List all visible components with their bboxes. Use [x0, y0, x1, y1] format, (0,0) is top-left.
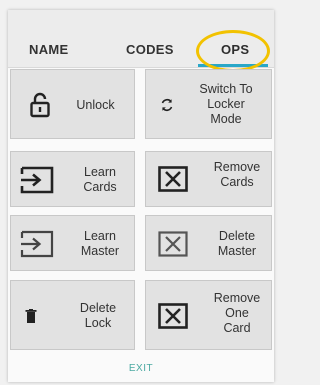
switch-to-locker-mode-button[interactable]: Switch To Locker Mode: [145, 69, 272, 139]
switch-locker-label-line1: Switch To: [199, 82, 253, 96]
remove-box-icon: [158, 231, 188, 257]
unlock-label: Unlock: [76, 98, 115, 112]
switch-locker-label: Switch To Locker Mode: [186, 82, 266, 127]
delete-lock-button[interactable]: Delete Lock: [10, 280, 135, 350]
learn-master-label-line2: Master: [80, 244, 120, 258]
remove-one-card-label-line2: One: [225, 306, 249, 320]
remove-one-card-button[interactable]: Remove One Card: [145, 280, 272, 350]
learn-master-label-line1: Learn: [84, 229, 116, 243]
exit-button[interactable]: EXIT: [8, 363, 274, 374]
delete-master-label: Delete Master: [202, 229, 272, 259]
sync-icon: [161, 99, 173, 111]
learn-master-button[interactable]: Learn Master: [10, 215, 135, 271]
remove-one-card-label-line1: Remove: [213, 291, 261, 305]
delete-lock-label-line1: Delete: [79, 301, 117, 315]
remove-one-card-label: Remove One Card: [202, 291, 272, 336]
remove-one-card-label-line3: Card: [223, 321, 251, 335]
remove-cards-label: Remove Cards: [202, 160, 272, 190]
learn-cards-label: Learn Cards: [71, 165, 129, 195]
tab-name[interactable]: NAME: [29, 42, 68, 57]
login-arrow-icon: [20, 166, 54, 194]
switch-locker-label-line3: Mode: [210, 112, 242, 126]
delete-master-label-line1: Delete: [218, 229, 256, 243]
ops-dialog: NAME CODES OPS Unlock Switch To Locker M…: [8, 10, 274, 382]
learn-master-label: Learn Master: [71, 229, 129, 259]
remove-cards-label-line2: Cards: [220, 175, 254, 189]
unlock-button[interactable]: Unlock: [10, 69, 135, 139]
remove-box-icon: [158, 166, 188, 192]
remove-box-icon: [158, 303, 188, 329]
ops-tab-highlight-annotation: [196, 30, 270, 72]
remove-cards-label-line1: Remove: [213, 160, 261, 174]
trash-icon: [25, 309, 37, 323]
learn-cards-label-line1: Learn: [84, 165, 116, 179]
login-arrow-icon: [20, 230, 54, 258]
delete-master-label-line2: Master: [217, 244, 257, 258]
remove-cards-button[interactable]: Remove Cards: [145, 151, 272, 207]
delete-lock-label-line2: Lock: [84, 316, 112, 330]
switch-locker-label-line2: Locker: [207, 97, 245, 111]
learn-cards-button[interactable]: Learn Cards: [10, 151, 135, 207]
delete-lock-label: Delete Lock: [63, 301, 133, 331]
tab-codes[interactable]: CODES: [126, 42, 174, 57]
lock-open-icon: [30, 92, 50, 118]
learn-cards-label-line2: Cards: [83, 180, 117, 194]
delete-master-button[interactable]: Delete Master: [145, 215, 272, 271]
